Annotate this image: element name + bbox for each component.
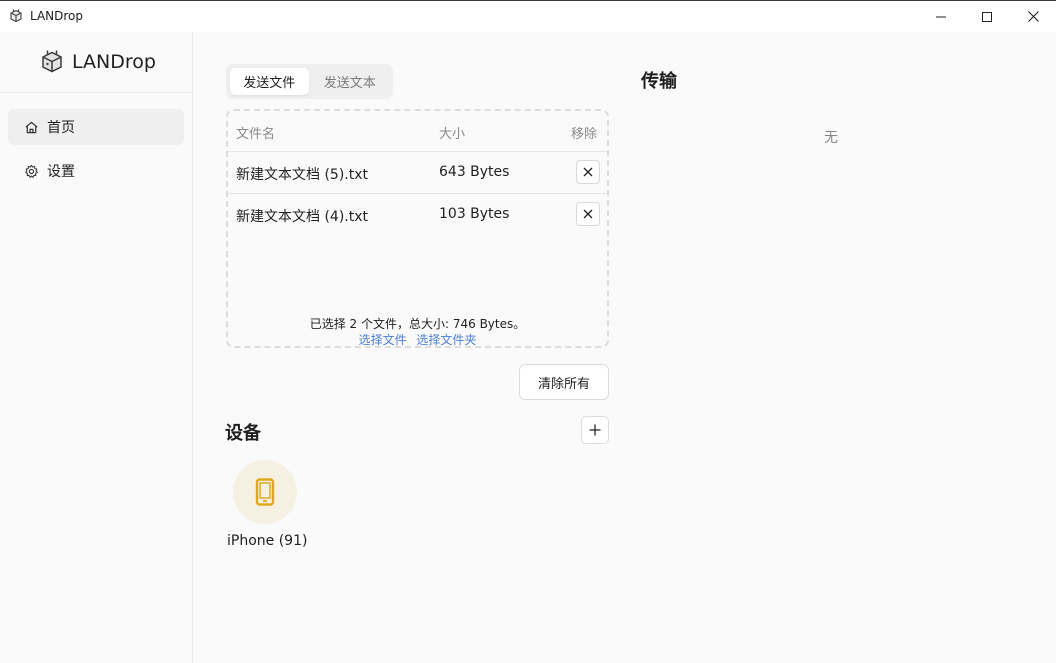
sidebar: LANDrop 首页 设置 — [0, 32, 193, 663]
file-size: 643 Bytes — [439, 164, 510, 180]
window-title: LANDrop — [30, 9, 84, 23]
remove-file-button[interactable] — [576, 160, 600, 184]
select-links: 选择文件 选择文件夹 — [228, 331, 607, 348]
select-folder-link[interactable]: 选择文件夹 — [416, 333, 476, 347]
file-drop-zone[interactable]: 文件名 大小 移除 新建文本文档 (5).txt 643 Bytes 新建文本文… — [226, 109, 609, 348]
app-logo-icon — [8, 8, 24, 24]
sidebar-item-home[interactable]: 首页 — [8, 109, 184, 145]
maximize-button[interactable] — [964, 1, 1010, 32]
sidebar-item-label: 首页 — [47, 120, 75, 136]
close-icon — [583, 209, 593, 219]
plus-icon — [589, 424, 601, 436]
sidebar-divider — [0, 92, 192, 93]
landrop-logo-icon — [40, 49, 64, 75]
add-device-button[interactable] — [581, 416, 609, 444]
title-bar: LANDrop — [0, 1, 1056, 32]
table-row: 新建文本文档 (4).txt 103 Bytes — [228, 194, 607, 235]
column-header-remove: 移除 — [571, 127, 598, 142]
file-size: 103 Bytes — [439, 206, 510, 222]
column-header-size: 大小 — [439, 127, 466, 142]
close-button[interactable] — [1010, 1, 1056, 32]
tab-send-text[interactable]: 发送文本 — [311, 68, 390, 95]
sidebar-item-label: 设置 — [47, 164, 75, 180]
close-icon — [1027, 11, 1039, 22]
device-avatar — [233, 460, 297, 524]
brand-name: LANDrop — [72, 51, 156, 73]
phone-icon — [255, 478, 275, 506]
transfer-empty-text: 无 — [824, 130, 838, 146]
brand: LANDrop — [40, 49, 156, 75]
selection-summary: 已选择 2 个文件，总大小: 746 Bytes。 — [309, 317, 526, 331]
file-name: 新建文本文档 (4).txt — [236, 209, 368, 225]
close-icon — [583, 167, 593, 177]
sidebar-item-settings[interactable]: 设置 — [8, 153, 184, 189]
transfer-title: 传输 — [641, 71, 677, 92]
file-name: 新建文本文档 (5).txt — [236, 167, 368, 183]
device-name: iPhone (91) — [227, 533, 308, 549]
select-files-link[interactable]: 选择文件 — [359, 333, 407, 347]
clear-all-button[interactable]: 清除所有 — [519, 364, 609, 400]
minimize-icon — [936, 16, 946, 17]
maximize-icon — [982, 11, 992, 22]
tab-send-files[interactable]: 发送文件 — [230, 68, 309, 95]
gear-icon — [25, 164, 38, 178]
devices-title: 设备 — [225, 423, 261, 444]
column-header-name: 文件名 — [236, 127, 276, 142]
minimize-button[interactable] — [918, 1, 964, 32]
home-icon — [25, 121, 38, 133]
table-row: 新建文本文档 (5).txt 643 Bytes — [228, 152, 607, 193]
send-mode-tabs: 发送文件 发送文本 — [226, 64, 393, 99]
remove-file-button[interactable] — [576, 202, 600, 226]
